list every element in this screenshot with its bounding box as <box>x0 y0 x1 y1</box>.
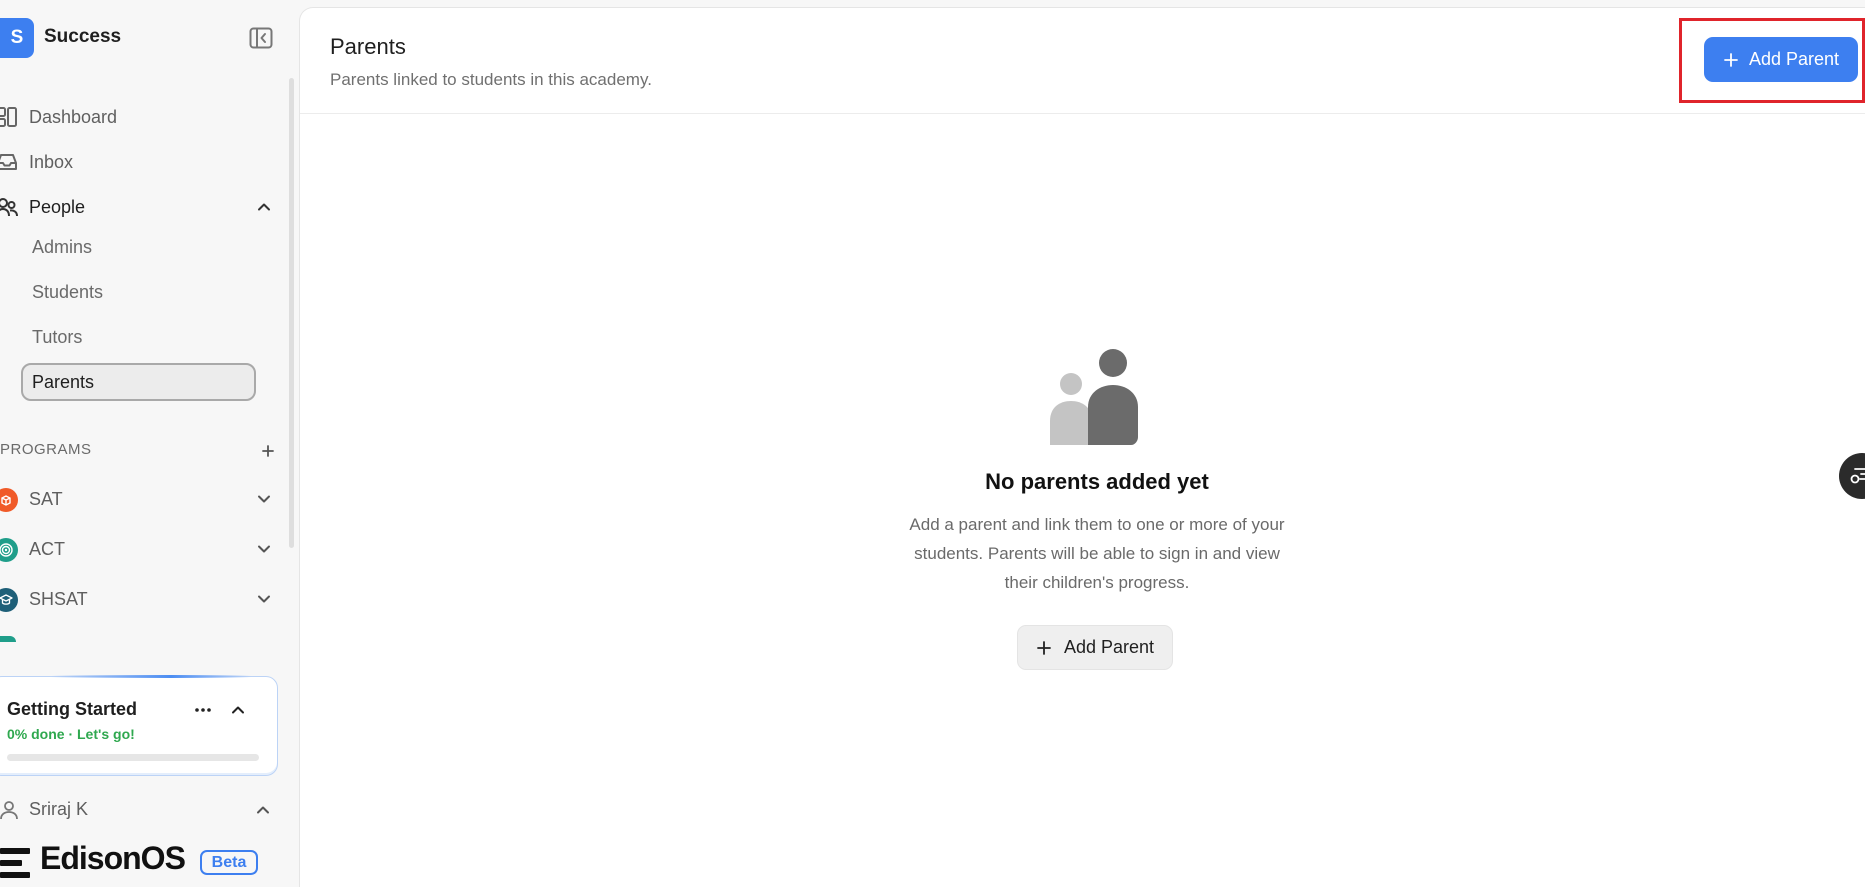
sidebar-item-label: ACT <box>29 538 65 559</box>
getting-started-status: 0% done · Let's go! <box>7 726 135 742</box>
empty-state-description: Add a parent and link them to one or mor… <box>909 515 1285 592</box>
sidebar-item-label: SHSAT <box>29 588 88 609</box>
sidebar-item-students[interactable]: Students <box>21 273 256 311</box>
sidebar-item-label: Parents <box>32 371 95 392</box>
add-program-icon[interactable] <box>259 442 277 460</box>
sat-program-icon <box>0 488 18 512</box>
workspace-name[interactable]: Success <box>44 26 121 48</box>
getting-started-progress-bar <box>7 754 259 761</box>
sidebar: S Success Dashboard Inbox People Admins … <box>0 0 296 887</box>
empty-state-title: No parents added yet <box>985 469 1209 494</box>
add-parent-button[interactable]: Add Parent <box>1704 37 1858 82</box>
sidebar-item-people[interactable]: People <box>0 188 282 226</box>
programs-section-label: PROGRAMS <box>0 441 92 458</box>
chevron-down-icon[interactable] <box>255 490 273 508</box>
add-parent-button-label: Add Parent <box>1748 49 1840 69</box>
program-icon-partial <box>0 636 16 642</box>
page-title: Parents <box>330 34 406 59</box>
chevron-up-icon[interactable] <box>255 198 273 216</box>
sidebar-scrollbar[interactable] <box>289 78 294 548</box>
beta-badge: Beta <box>200 850 258 875</box>
edisonos-logo-icon <box>0 848 34 878</box>
chevron-down-icon[interactable] <box>255 590 273 608</box>
sidebar-item-label: People <box>29 196 86 217</box>
chevron-up-icon[interactable] <box>254 801 272 819</box>
sidebar-item-label: Students <box>32 281 104 302</box>
getting-started-card[interactable]: Getting Started 0% done · Let's go! <box>0 675 278 776</box>
dashboard-icon <box>0 106 18 128</box>
sidebar-item-act[interactable]: ACT <box>0 530 282 568</box>
user-name: Sriraj K <box>29 799 89 819</box>
page-header: Parents Parents linked to students in th… <box>300 8 1865 114</box>
parents-illustration-icon <box>1048 349 1142 445</box>
sidebar-item-sat[interactable]: SAT <box>0 480 282 518</box>
page-subtitle: Parents linked to students in this acade… <box>330 70 652 89</box>
sidebar-item-tutors[interactable]: Tutors <box>21 318 256 356</box>
sidebar-item-admins[interactable]: Admins <box>21 228 256 266</box>
sidebar-collapse-icon[interactable] <box>249 27 273 49</box>
main-content: Parents Parents linked to students in th… <box>299 7 1865 887</box>
chevron-up-icon[interactable] <box>227 699 249 721</box>
shsat-program-icon <box>0 588 18 612</box>
sidebar-item-label: Admins <box>32 236 93 257</box>
more-horizontal-icon[interactable] <box>192 699 214 721</box>
sidebar-item-shsat[interactable]: SHSAT <box>0 580 282 618</box>
toggle-settings-icon <box>1850 468 1865 484</box>
chevron-down-icon[interactable] <box>255 540 273 558</box>
people-icon <box>0 196 18 218</box>
act-program-icon <box>0 538 18 562</box>
sidebar-item-label: Dashboard <box>29 106 118 127</box>
sidebar-item-label: SAT <box>29 488 63 509</box>
getting-started-title: Getting Started <box>7 699 138 719</box>
empty-state-add-parent-label: Add Parent <box>1063 637 1155 657</box>
sidebar-item-label: Inbox <box>29 151 74 172</box>
sidebar-item-dashboard[interactable]: Dashboard <box>0 98 282 136</box>
plus-icon <box>1036 640 1052 656</box>
workspace-avatar[interactable]: S <box>0 18 34 58</box>
sidebar-item-parents[interactable]: Parents <box>21 363 256 401</box>
plus-icon <box>1723 52 1739 68</box>
user-icon <box>0 799 20 821</box>
sidebar-item-inbox[interactable]: Inbox <box>0 143 282 181</box>
sidebar-item-label: Tutors <box>32 326 83 347</box>
brand-name: EdisonOS <box>40 840 186 876</box>
empty-state-add-parent-button[interactable]: Add Parent <box>1017 625 1173 670</box>
inbox-icon <box>0 151 18 173</box>
user-menu[interactable]: Sriraj K <box>0 790 282 830</box>
